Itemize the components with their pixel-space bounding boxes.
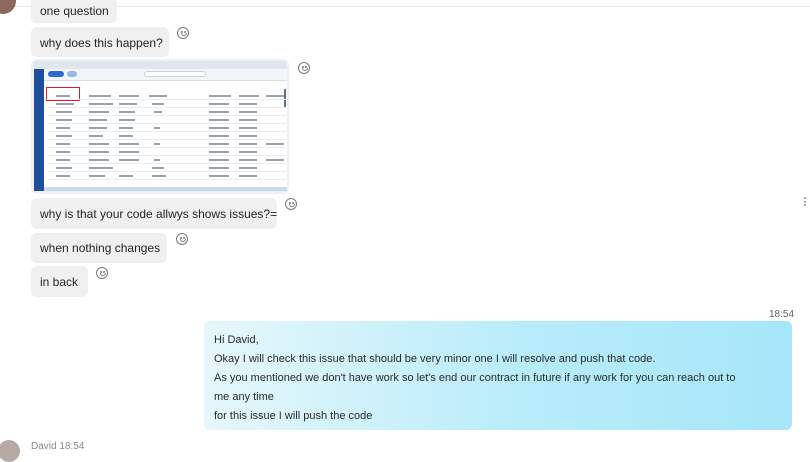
message-text: in back	[40, 275, 79, 289]
divider	[0, 6, 810, 7]
smiley-reaction-icon[interactable]	[177, 27, 189, 39]
more-options-icon[interactable]	[804, 197, 807, 208]
smiley-reaction-icon[interactable]	[298, 62, 310, 74]
message-text: why does this happen?	[40, 36, 163, 50]
outgoing-message-bubble[interactable]: Hi David, Okay I will check this issue t…	[204, 321, 792, 430]
message-sender-header: David 18:54	[31, 441, 85, 452]
smiley-reaction-icon[interactable]	[176, 233, 188, 245]
message-text: when nothing changes	[40, 241, 161, 255]
message-bubble[interactable]: in back	[31, 266, 88, 297]
message-text: why is that your code allwys shows issue…	[40, 207, 278, 221]
smiley-reaction-icon[interactable]	[96, 267, 108, 279]
message-line: me any time	[214, 391, 274, 403]
screenshot-thumbnail	[34, 61, 287, 191]
smiley-reaction-icon[interactable]	[285, 198, 297, 210]
message-bubble[interactable]: why is that your code allwys shows issue…	[31, 198, 277, 229]
message-line: Okay I will check this issue that should…	[214, 353, 656, 365]
message-line: As you mentioned we don't have work so l…	[214, 372, 736, 384]
avatar[interactable]	[0, 0, 16, 14]
message-timestamp: 18:54	[769, 309, 795, 320]
message-bubble[interactable]: when nothing changes	[31, 233, 167, 263]
message-line: Hi David,	[214, 334, 259, 346]
image-attachment[interactable]	[31, 59, 289, 194]
avatar[interactable]	[0, 440, 20, 462]
message-line: for this issue I will push the code	[214, 410, 373, 422]
message-bubble[interactable]: one question	[31, 0, 117, 23]
message-bubble[interactable]: why does this happen?	[31, 27, 169, 57]
message-text: one question	[40, 4, 109, 18]
